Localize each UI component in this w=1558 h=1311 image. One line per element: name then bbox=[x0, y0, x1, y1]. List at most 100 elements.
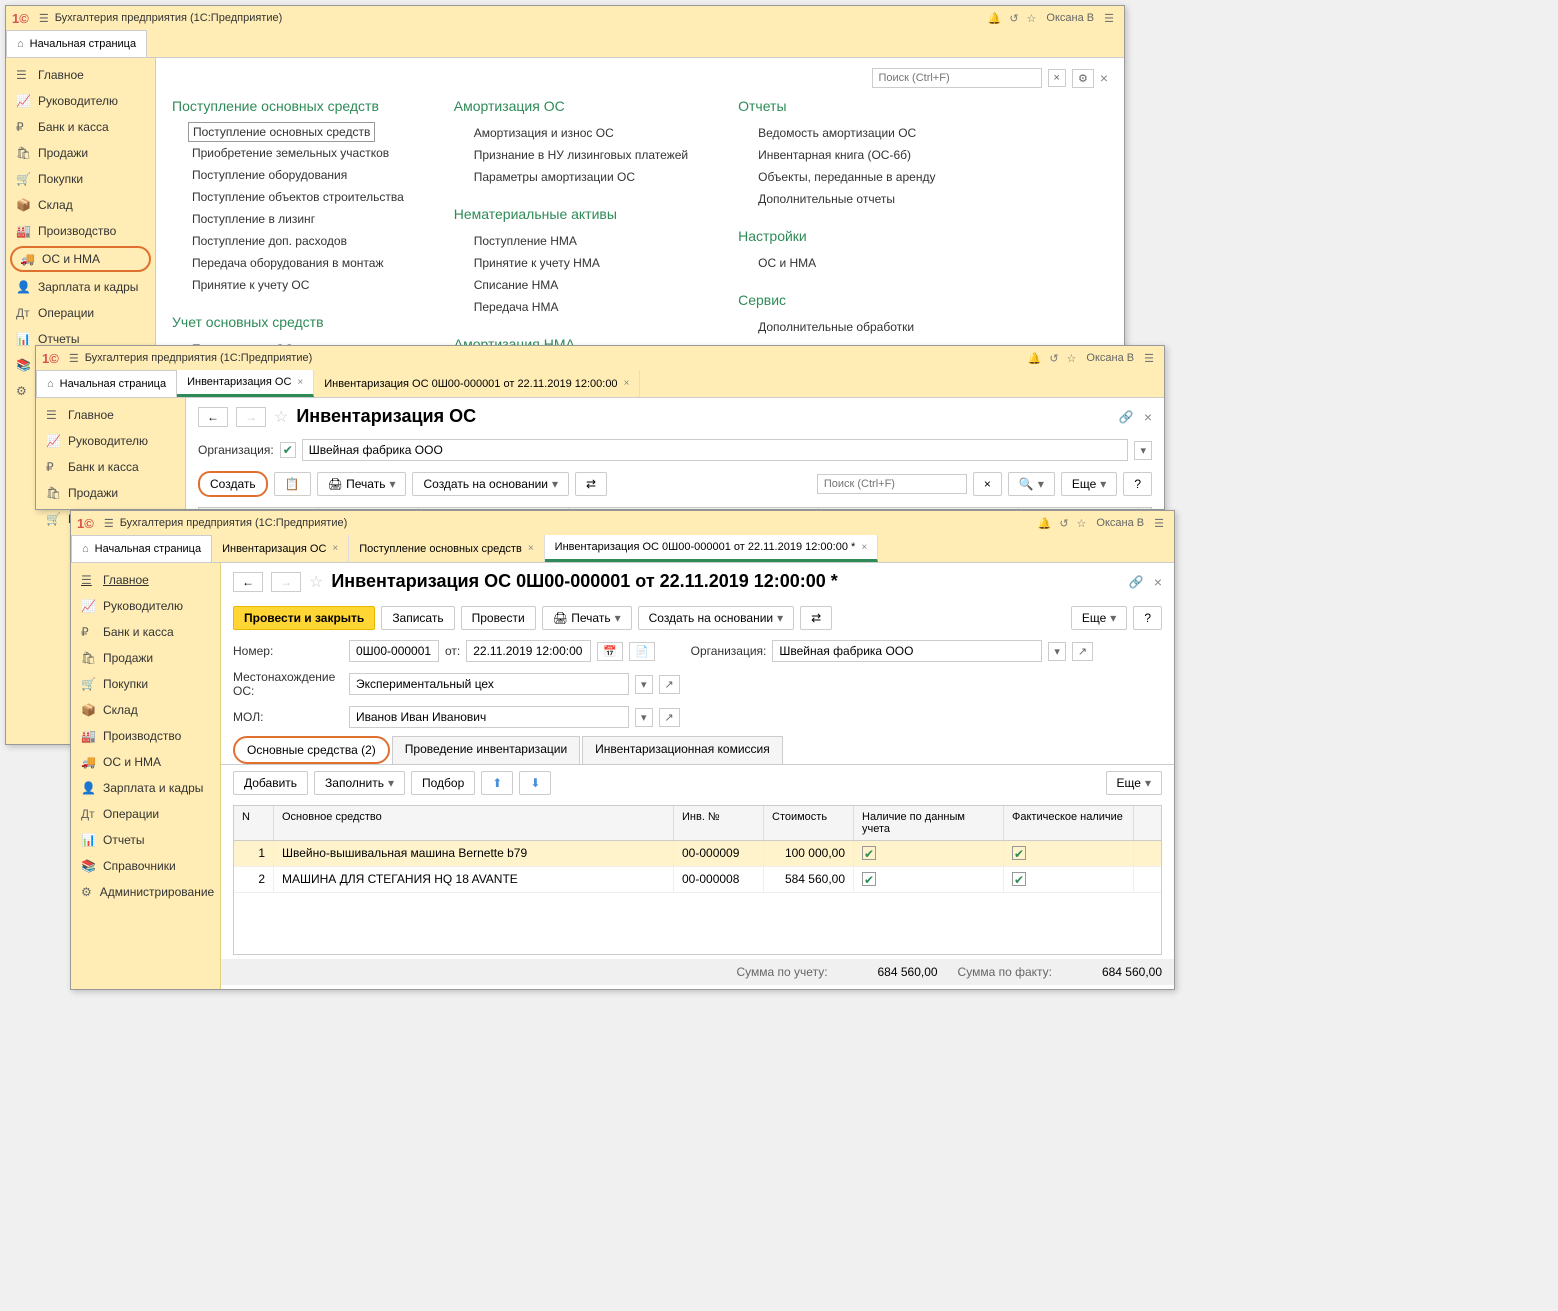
tab-home[interactable]: ⌂Начальная страница bbox=[36, 370, 177, 397]
link-Принятие к учету ОС[interactable]: Принятие к учету ОС bbox=[172, 274, 404, 296]
sidebar-item-Администрирование[interactable]: ⚙Администрирование bbox=[71, 879, 220, 905]
column-header[interactable]: Стоимость bbox=[764, 806, 854, 840]
sidebar-item-Зарплата и кадры[interactable]: 👤Зарплата и кадры bbox=[6, 274, 155, 300]
sidebar-item-Справочники[interactable]: 📚Справочники bbox=[71, 853, 220, 879]
open-icon[interactable]: ↗ bbox=[659, 708, 680, 727]
column-header[interactable]: Номер bbox=[319, 508, 419, 509]
star-icon[interactable]: ☆ bbox=[1067, 352, 1077, 365]
bell-icon[interactable]: 🔔 bbox=[988, 12, 1002, 25]
tab-close-icon[interactable]: × bbox=[297, 377, 303, 388]
sidebar-item-ОС и НМА[interactable]: 🚚ОС и НМА bbox=[71, 749, 220, 775]
search-button[interactable]: 🔍▾ bbox=[1008, 472, 1055, 496]
history-icon[interactable]: ↺ bbox=[1049, 352, 1058, 365]
tab-doc[interactable]: Инвентаризация ОС 0Ш00-000001 от 22.11.2… bbox=[314, 370, 640, 397]
sidebar-item-Покупки[interactable]: 🛒Покупки bbox=[6, 166, 155, 192]
copy-button[interactable]: 📋 bbox=[274, 472, 311, 496]
menu-icon[interactable]: ☰ bbox=[1144, 352, 1154, 365]
tab-assets[interactable]: Основные средства (2) bbox=[233, 736, 390, 764]
link-Параметры амортизации ОС[interactable]: Параметры амортизации ОС bbox=[454, 166, 688, 188]
create-based-button[interactable]: Создать на основании▾ bbox=[638, 606, 795, 630]
sidebar-item-Руководителю[interactable]: 📈Руководителю bbox=[6, 88, 155, 114]
sidebar-item-Главное[interactable]: ☰Главное bbox=[6, 62, 155, 88]
select-button[interactable]: Подбор bbox=[411, 771, 475, 795]
write-button[interactable]: Записать bbox=[381, 606, 454, 630]
column-header[interactable]: Организация bbox=[819, 508, 1019, 509]
open-icon[interactable]: ↗ bbox=[1072, 642, 1093, 661]
back-button[interactable]: ← bbox=[233, 572, 263, 592]
link-Поступление доп. расходов[interactable]: Поступление доп. расходов bbox=[172, 230, 404, 252]
doc-icon[interactable]: 📄 bbox=[629, 642, 655, 661]
create-button[interactable]: Создать bbox=[198, 471, 268, 497]
hamburger-icon[interactable]: ☰ bbox=[104, 517, 114, 530]
star-icon[interactable]: ☆ bbox=[1027, 12, 1037, 25]
dropdown-icon[interactable]: ▾ bbox=[635, 675, 653, 694]
help-button[interactable]: ? bbox=[1123, 472, 1152, 496]
link-Амортизация и износ ОС[interactable]: Амортизация и износ ОС bbox=[454, 122, 688, 144]
open-icon[interactable]: ↗ bbox=[659, 675, 680, 694]
link-Передача оборудования в монтаж[interactable]: Передача оборудования в монтаж bbox=[172, 252, 404, 274]
menu-icon[interactable]: ☰ bbox=[1154, 517, 1164, 530]
link-icon[interactable]: 🔗 bbox=[1129, 575, 1144, 589]
tab-close-icon[interactable]: × bbox=[332, 543, 338, 554]
column-header[interactable]: Наличие по данным учета bbox=[854, 806, 1004, 840]
link-Поступление основных средств[interactable]: Поступление основных средств bbox=[188, 122, 375, 142]
post-button[interactable]: Провести bbox=[461, 606, 536, 630]
sidebar-item-ОС и НМА[interactable]: 🚚ОС и НМА bbox=[10, 246, 151, 272]
tab-home[interactable]: ⌂ Начальная страница bbox=[6, 30, 147, 57]
sidebar-item-Операции[interactable]: ДтОперации bbox=[71, 801, 220, 827]
fill-button[interactable]: Заполнить▾ bbox=[314, 771, 405, 795]
tab-inventory[interactable]: Инвентаризация ОС× bbox=[177, 370, 314, 397]
table-row[interactable]: 2МАШИНА ДЛЯ СТЕГАНИЯ HQ 18 AVANTE00-0000… bbox=[234, 867, 1161, 893]
link-Поступление НМА[interactable]: Поступление НМА bbox=[454, 230, 688, 252]
forward-button[interactable]: → bbox=[271, 572, 301, 592]
org-select[interactable] bbox=[302, 439, 1129, 461]
sidebar-item-Банк и касса[interactable]: ₽Банк и касса bbox=[71, 619, 220, 645]
num-input[interactable] bbox=[349, 640, 439, 662]
link-Поступление объектов строительства[interactable]: Поступление объектов строительства bbox=[172, 186, 404, 208]
create-based-button[interactable]: Создать на основании▾ bbox=[412, 472, 569, 496]
more-button[interactable]: Еще▾ bbox=[1061, 472, 1117, 496]
date-input[interactable] bbox=[466, 640, 591, 662]
column-header[interactable]: N bbox=[234, 806, 274, 840]
link-Передача НМА[interactable]: Передача НМА bbox=[454, 296, 688, 318]
up-button[interactable]: ⬆ bbox=[481, 771, 513, 795]
more-button[interactable]: Еще▾ bbox=[1106, 771, 1162, 795]
tab-incoming[interactable]: Поступление основных средств× bbox=[349, 535, 544, 562]
tab-inventory[interactable]: Инвентаризация ОС× bbox=[212, 535, 349, 562]
sidebar-item-Руководителю[interactable]: 📈Руководителю bbox=[71, 593, 220, 619]
history-icon[interactable]: ↺ bbox=[1059, 517, 1068, 530]
star-icon[interactable]: ☆ bbox=[1077, 517, 1087, 530]
search-clear[interactable]: × bbox=[1048, 69, 1066, 87]
column-header[interactable]: Основное средство bbox=[274, 806, 674, 840]
history-icon[interactable]: ↺ bbox=[1009, 12, 1018, 25]
column-header[interactable]: Местонахождение ОС bbox=[419, 508, 569, 509]
user-label[interactable]: Оксана В bbox=[1096, 517, 1144, 529]
dropdown-icon[interactable]: ▾ bbox=[635, 708, 653, 727]
sidebar-item-Главное[interactable]: ☰Главное bbox=[71, 567, 220, 593]
forward-button[interactable]: → bbox=[236, 407, 266, 427]
mol-input[interactable] bbox=[349, 706, 629, 728]
bell-icon[interactable]: 🔔 bbox=[1038, 517, 1052, 530]
down-button[interactable]: ⬇ bbox=[519, 771, 551, 795]
hamburger-icon[interactable]: ☰ bbox=[39, 12, 49, 25]
favorite-icon[interactable]: ☆ bbox=[309, 572, 323, 592]
link-Приобретение земельных участков[interactable]: Приобретение земельных участков bbox=[172, 142, 404, 164]
column-header[interactable]: Комментарий bbox=[1019, 508, 1139, 509]
link-Ведомость амортизации ОС[interactable]: Ведомость амортизации ОС bbox=[738, 122, 935, 144]
settings-icon[interactable]: ⚙ bbox=[1072, 69, 1094, 88]
sidebar-item-Банк и касса[interactable]: ₽Банк и касса bbox=[36, 454, 185, 480]
sidebar-item-Продажи[interactable]: 🛍Продажи bbox=[71, 645, 220, 671]
column-header[interactable]: Фактическое наличие bbox=[1004, 806, 1134, 840]
search-clear[interactable]: × bbox=[973, 472, 1002, 496]
sidebar-item-Склад[interactable]: 📦Склад bbox=[71, 697, 220, 723]
add-button[interactable]: Добавить bbox=[233, 771, 308, 795]
tab-conducting[interactable]: Проведение инвентаризации bbox=[392, 736, 580, 764]
sidebar-item-Продажи[interactable]: 🛍Продажи bbox=[36, 480, 185, 506]
tab-home[interactable]: ⌂Начальная страница bbox=[71, 535, 212, 562]
post-close-button[interactable]: Провести и закрыть bbox=[233, 606, 375, 630]
sidebar-item-Производство[interactable]: 🏭Производство bbox=[71, 723, 220, 749]
loc-input[interactable] bbox=[349, 673, 629, 695]
dropdown-icon[interactable]: ▾ bbox=[1134, 441, 1152, 460]
sidebar-item-Отчеты[interactable]: 📊Отчеты bbox=[71, 827, 220, 853]
tab-close-icon[interactable]: × bbox=[624, 378, 630, 389]
